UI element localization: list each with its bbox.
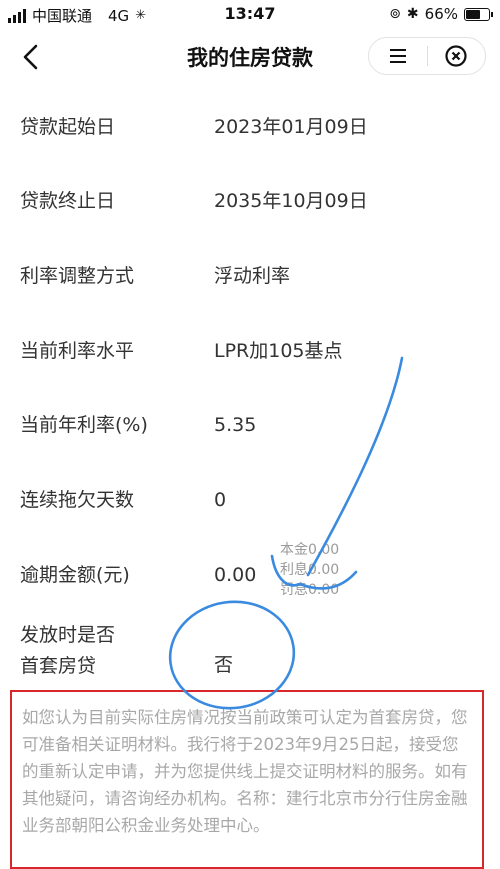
- close-button[interactable]: [428, 38, 486, 74]
- row-value: 2035年10月09日: [214, 190, 368, 212]
- loan-row-rate-level: 当前利率水平 LPR加105基点: [20, 336, 480, 366]
- row-label: 逾期金额(元): [20, 564, 130, 586]
- row-label-line2: 首套房贷: [20, 655, 97, 677]
- row-value: 0: [214, 489, 227, 511]
- row-value: 2023年01月09日: [214, 116, 368, 138]
- overdue-penalty: 罚息0.00: [280, 582, 340, 598]
- row-label: 贷款终止日: [20, 190, 116, 212]
- menu-icon: [389, 49, 406, 63]
- row-label: 连续拖欠天数: [20, 489, 135, 511]
- row-value: LPR加105基点: [214, 340, 343, 362]
- overdue-breakdown: 本金0.00 利息0.00 罚息0.00: [280, 540, 339, 600]
- row-label: 发放时是否 首套房贷: [20, 620, 210, 682]
- battery-percent: 66%: [424, 5, 458, 23]
- row-value: 0.00: [214, 564, 257, 586]
- overdue-principal: 本金0.00: [280, 542, 340, 558]
- notice-box: 如您认为目前实际住房情况按当前政策可认定为首套房贷，您可准备相关证明材料。我行将…: [10, 690, 484, 869]
- row-label: 当前年利率(%): [20, 414, 148, 436]
- row-label: 当前利率水平: [20, 340, 135, 362]
- loan-row-overdue-days: 连续拖欠天数 0: [20, 485, 480, 515]
- row-label-line1: 发放时是否: [20, 624, 116, 646]
- menu-button[interactable]: [369, 38, 427, 74]
- loan-row-end-date: 贷款终止日 2035年10月09日: [20, 186, 480, 216]
- status-bar: 中国联通 4G ✳ 13:47 ⊚ ✱ 66%: [0, 0, 500, 30]
- loan-row-overdue-amount: 逾期金额(元) 0.00: [20, 560, 480, 590]
- loan-row-first-home: 发放时是否 首套房贷 否: [20, 620, 480, 680]
- bluetooth-icon: ✱: [406, 6, 419, 22]
- battery-fill: [466, 9, 480, 19]
- row-value: 5.35: [214, 414, 257, 436]
- overdue-interest: 利息0.00: [280, 562, 340, 578]
- close-circle-icon: [445, 45, 467, 67]
- row-value: 否: [214, 654, 234, 676]
- notice-text: 如您认为目前实际住房情况按当前政策可认定为首套房贷，您可准备相关证明材料。我行将…: [22, 708, 468, 835]
- row-value: 浮动利率: [214, 265, 291, 287]
- status-right: ⊚ ✱ 66%: [389, 5, 493, 23]
- battery-icon: [464, 7, 493, 21]
- row-label: 贷款起始日: [20, 116, 116, 138]
- loan-row-rate-adjust: 利率调整方式 浮动利率: [20, 261, 480, 291]
- rotation-lock-icon: ⊚: [389, 6, 401, 22]
- nav-bar: 我的住房贷款: [0, 32, 500, 82]
- loan-row-annual-rate: 当前年利率(%) 5.35: [20, 410, 480, 440]
- mini-program-capsule: [368, 37, 486, 75]
- loan-row-start-date: 贷款起始日 2023年01月09日: [20, 112, 480, 142]
- row-label: 利率调整方式: [20, 265, 135, 287]
